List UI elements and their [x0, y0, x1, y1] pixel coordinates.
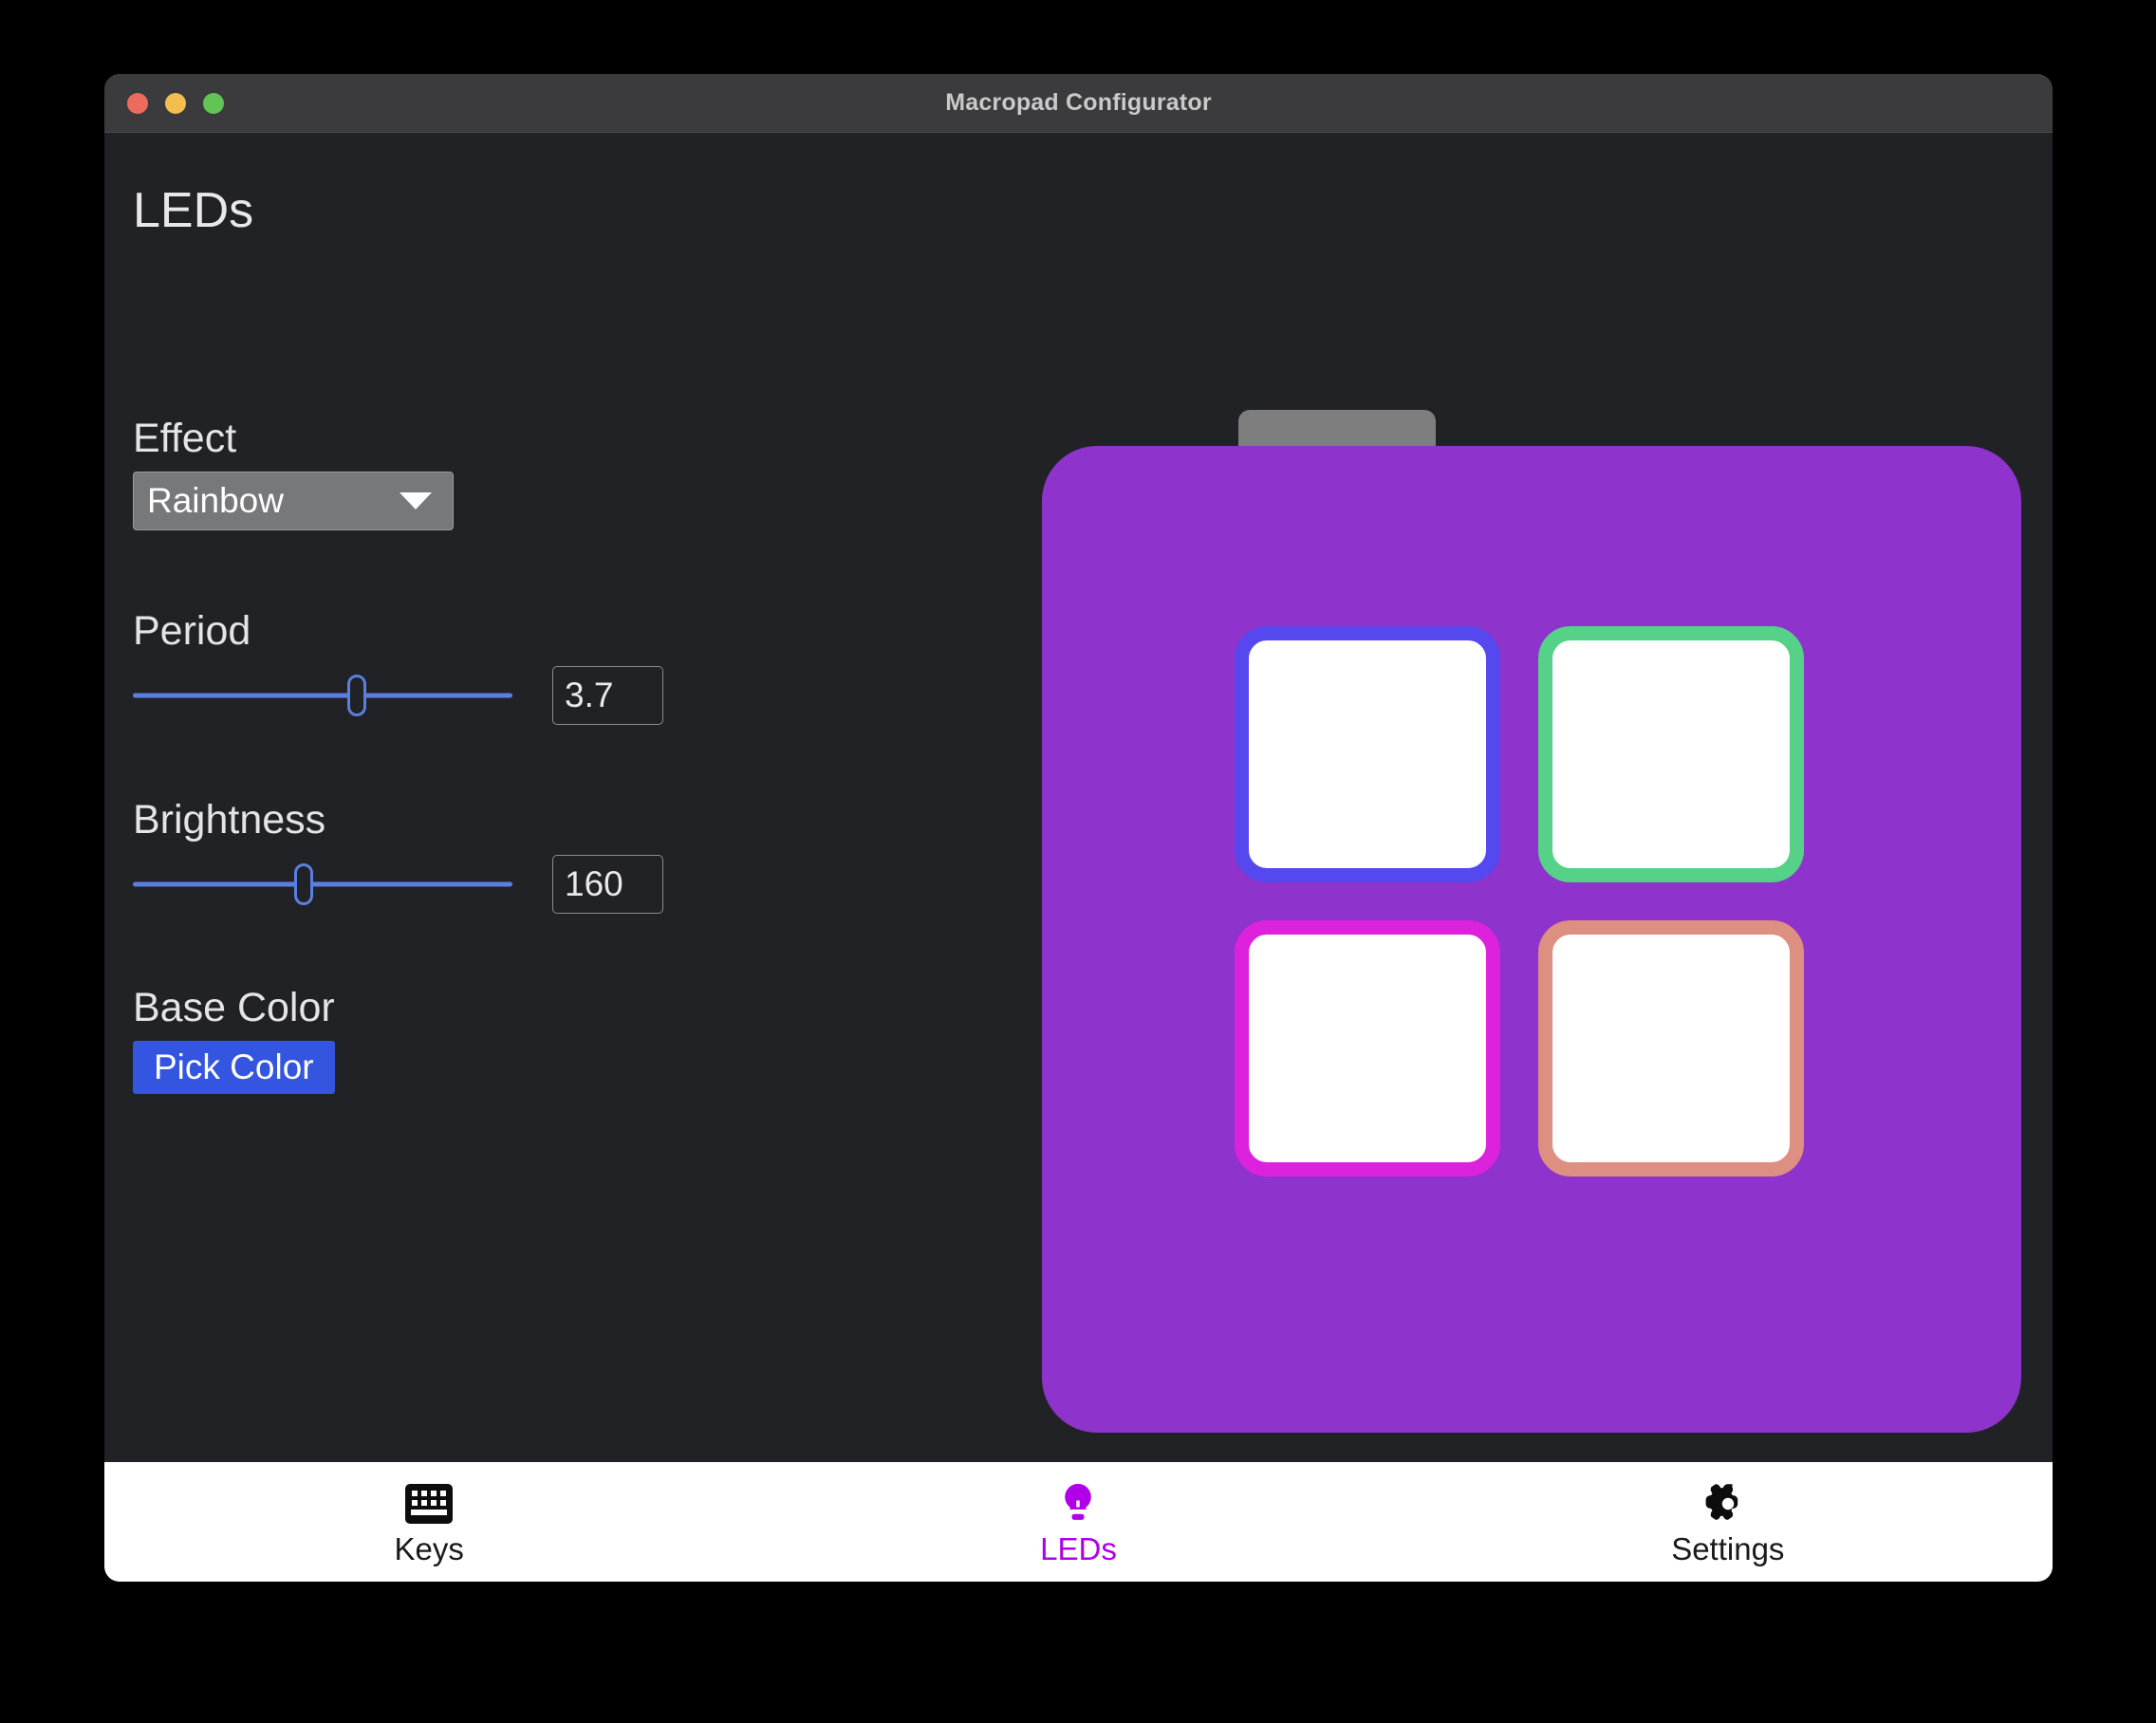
app-window: Macropad Configurator LEDs Effect Rainbo…: [104, 74, 2053, 1582]
traffic-light-buttons: [127, 92, 224, 114]
led-key-1[interactable]: [1235, 626, 1500, 882]
title-bar: Macropad Configurator: [104, 74, 2053, 133]
macropad-device: [1042, 410, 2021, 1433]
tab-keys-label: Keys: [394, 1531, 464, 1566]
period-slider[interactable]: [133, 675, 512, 717]
period-label: Period: [133, 608, 251, 654]
period-value-input[interactable]: 3.7: [552, 666, 663, 726]
led-key-4[interactable]: [1538, 920, 1804, 1176]
effect-label: Effect: [133, 416, 237, 461]
window-body: LEDs Effect Rainbow Period 3.7 Brightnes…: [104, 133, 2053, 1462]
tab-leds[interactable]: LEDs: [753, 1462, 1403, 1582]
led-key-2[interactable]: [1538, 626, 1804, 882]
lightbulb-icon: [1056, 1479, 1100, 1528]
pick-color-button[interactable]: Pick Color: [133, 1041, 335, 1095]
device-preview-panel: [939, 133, 2053, 1462]
tab-keys[interactable]: Keys: [104, 1462, 753, 1582]
bottom-navigation: Keys LEDs Settings: [104, 1462, 2053, 1582]
period-slider-row: 3.7: [133, 666, 663, 726]
brightness-group: Brightness 160: [133, 797, 663, 915]
maximize-window-button[interactable]: [203, 92, 224, 114]
brightness-slider[interactable]: [133, 863, 512, 906]
brightness-label: Brightness: [133, 797, 326, 843]
base-color-label: Base Color: [133, 985, 335, 1030]
window-title: Macropad Configurator: [945, 89, 1212, 116]
effect-selected-value: Rainbow: [147, 481, 284, 521]
base-color-group: Base Color Pick Color: [133, 985, 335, 1095]
led-controls-panel: LEDs Effect Rainbow Period 3.7 Brightnes…: [104, 133, 939, 1462]
period-slider-handle[interactable]: [347, 675, 366, 717]
period-group: Period 3.7: [133, 608, 663, 726]
tab-settings-label: Settings: [1671, 1531, 1785, 1566]
page-title: LEDs: [133, 183, 254, 238]
minimize-window-button[interactable]: [165, 92, 186, 114]
gear-icon: [1705, 1479, 1751, 1528]
key-grid: [1235, 626, 1804, 1176]
effect-select[interactable]: Rainbow: [133, 472, 454, 531]
brightness-value-input[interactable]: 160: [552, 855, 663, 915]
period-slider-track: [133, 693, 512, 698]
tab-leds-label: LEDs: [1040, 1531, 1117, 1566]
brightness-slider-handle[interactable]: [294, 863, 313, 906]
close-window-button[interactable]: [127, 92, 148, 114]
brightness-slider-track: [133, 881, 512, 887]
brightness-slider-row: 160: [133, 855, 663, 915]
effect-group: Effect Rainbow: [133, 416, 454, 531]
keyboard-icon: [405, 1479, 454, 1528]
tab-settings[interactable]: Settings: [1403, 1462, 2053, 1582]
chevron-down-icon: [400, 492, 432, 510]
led-key-3[interactable]: [1235, 920, 1500, 1176]
